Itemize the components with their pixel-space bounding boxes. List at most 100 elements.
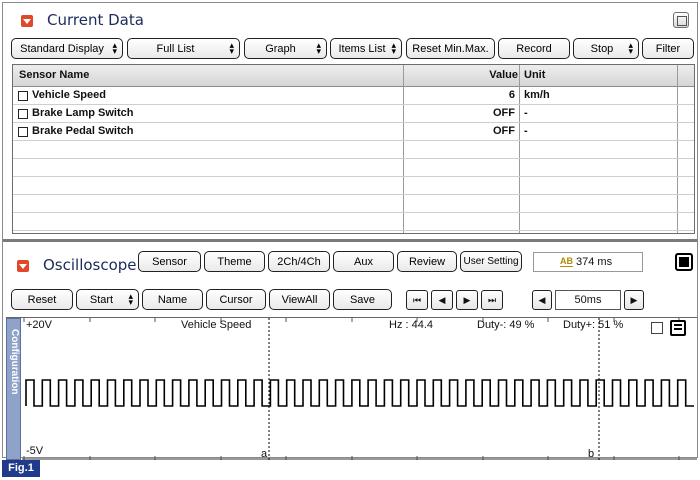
time-division-value[interactable]: 50ms — [555, 290, 621, 310]
table-row[interactable]: Vehicle Speed 6 km/h — [13, 87, 694, 105]
stop-capture-icon[interactable] — [675, 253, 693, 271]
table-row-empty — [13, 213, 694, 231]
duty-plus-readout: Duty+: 51 % — [563, 319, 624, 331]
cursor-button[interactable]: Cursor — [206, 289, 266, 310]
row-checkbox[interactable] — [18, 109, 28, 119]
record-button[interactable]: Record — [498, 38, 570, 59]
y-axis-min-label: -5V — [26, 445, 44, 457]
user-setting-label: User Setting — [463, 256, 519, 267]
oscilloscope-display[interactable]: Configuration +20V Vehicle Speed Hz : 44… — [6, 317, 697, 460]
table-row-empty — [13, 195, 694, 213]
sample-rate-icon: AB — [560, 256, 573, 267]
table-row-empty — [13, 141, 694, 159]
sensor-button[interactable]: Sensor — [138, 251, 201, 272]
review-button[interactable]: Review — [397, 251, 457, 272]
sensor-name: Brake Pedal Switch — [32, 125, 134, 137]
waveform-canvas — [22, 318, 697, 460]
reset-min-max-button[interactable]: Reset Min.Max. — [406, 38, 495, 59]
items-list-select[interactable]: Items List ▴ ▾ — [330, 38, 402, 59]
theme-label: Theme — [217, 255, 252, 268]
standard-display-select[interactable]: Standard Display ▴ ▾ — [11, 38, 123, 59]
column-header-sensor-name[interactable]: Sensor Name — [19, 69, 89, 81]
review-label: Review — [408, 255, 446, 268]
collapse-current-data-icon[interactable] — [21, 15, 33, 27]
restore-window-icon[interactable] — [673, 12, 689, 28]
filter-button[interactable]: Filter — [642, 38, 694, 59]
aux-button[interactable]: Aux — [333, 251, 394, 272]
sample-interval-value: 374 ms — [576, 256, 613, 268]
panel-splitter[interactable] — [3, 239, 697, 242]
sensor-value: OFF — [493, 125, 515, 137]
sensor-table: Sensor Name Value Unit Vehicle Speed 6 k… — [12, 64, 695, 234]
row-checkbox[interactable] — [18, 127, 28, 137]
record-label: Record — [516, 42, 552, 55]
cursor-label: Cursor — [219, 293, 253, 306]
aux-label: Aux — [354, 255, 373, 268]
sensor-value: OFF — [493, 107, 515, 119]
items-list-label: Items List — [338, 42, 386, 55]
save-label: Save — [349, 293, 376, 306]
graph-select[interactable]: Graph ▴ ▾ — [244, 38, 327, 59]
save-button[interactable]: Save — [333, 289, 392, 310]
spinner-icon: ▴ ▾ — [128, 291, 133, 307]
row-checkbox[interactable] — [18, 91, 28, 101]
time-increase-icon[interactable]: ▶ — [624, 290, 644, 310]
collapse-oscilloscope-icon[interactable] — [17, 260, 29, 272]
view-all-label: ViewAll — [281, 293, 318, 306]
stop-select[interactable]: Stop ▴ ▾ — [573, 38, 639, 59]
user-setting-button[interactable]: User Setting — [460, 251, 522, 272]
sensor-value: 6 — [508, 89, 515, 101]
sensor-name: Brake Lamp Switch — [32, 107, 134, 119]
full-list-label: Full List — [156, 42, 195, 55]
sample-interval-display: AB 374 ms — [533, 252, 643, 272]
full-list-select[interactable]: Full List ▴ ▾ — [127, 38, 240, 59]
graph-label: Graph — [265, 42, 296, 55]
time-decrease-icon[interactable]: ◀ — [532, 290, 552, 310]
channel-checkbox[interactable] — [651, 322, 663, 334]
application-frame: Current Data Standard Display ▴ ▾ Full Li… — [2, 2, 698, 460]
current-data-header: Current Data — [3, 3, 697, 37]
duty-minus-readout: Duty-: 49 % — [477, 319, 535, 331]
standard-display-label: Standard Display — [20, 42, 104, 55]
theme-button[interactable]: Theme — [204, 251, 265, 272]
sensor-name: Vehicle Speed — [32, 89, 106, 101]
column-header-unit[interactable]: Unit — [524, 69, 545, 81]
first-frame-icon[interactable]: ⏮ — [406, 290, 428, 310]
sensor-unit: - — [524, 107, 528, 119]
channels-label: 2Ch/4Ch — [277, 255, 321, 268]
channels-button[interactable]: 2Ch/4Ch — [268, 251, 330, 272]
name-button[interactable]: Name — [142, 289, 203, 310]
reset-min-max-label: Reset Min.Max. — [412, 42, 489, 55]
table-row[interactable]: Brake Pedal Switch OFF - — [13, 123, 694, 141]
sensor-unit: km/h — [524, 89, 550, 101]
cursor-a-label: a — [261, 448, 268, 460]
reset-button[interactable]: Reset — [11, 289, 73, 310]
cursor-b-label: b — [588, 448, 595, 460]
spinner-icon: ▴ ▾ — [628, 40, 633, 56]
spinner-icon: ▴ ▾ — [229, 40, 234, 56]
menu-icon[interactable] — [670, 320, 686, 336]
filter-label: Filter — [655, 42, 681, 55]
channel-name-label: Vehicle Speed — [181, 319, 252, 331]
sensor-label: Sensor — [152, 255, 187, 268]
stop-label: Stop — [590, 42, 614, 55]
start-label: Start — [89, 293, 114, 306]
previous-frame-icon[interactable]: ◀ — [431, 290, 453, 310]
y-axis-max-label: +20V — [26, 319, 52, 331]
start-select[interactable]: Start ▴ ▾ — [76, 289, 139, 310]
next-frame-icon[interactable]: ▶ — [456, 290, 478, 310]
table-row-empty — [13, 159, 694, 177]
reset-label: Reset — [27, 293, 57, 306]
spinner-icon: ▴ ▾ — [391, 40, 396, 56]
column-header-value[interactable]: Value — [408, 69, 518, 81]
configuration-tab-label: Configuration — [9, 329, 20, 395]
configuration-tab[interactable]: Configuration — [6, 318, 21, 460]
table-row[interactable]: Brake Lamp Switch OFF - — [13, 105, 694, 123]
vehicle-speed-waveform — [25, 379, 694, 407]
frequency-readout: Hz : 44.4 — [389, 319, 434, 331]
oscilloscope-title: Oscilloscope — [43, 256, 137, 274]
sensor-unit: - — [524, 125, 528, 137]
spinner-icon: ▴ ▾ — [112, 40, 117, 56]
last-frame-icon[interactable]: ⏭ — [481, 290, 503, 310]
view-all-button[interactable]: ViewAll — [269, 289, 330, 310]
